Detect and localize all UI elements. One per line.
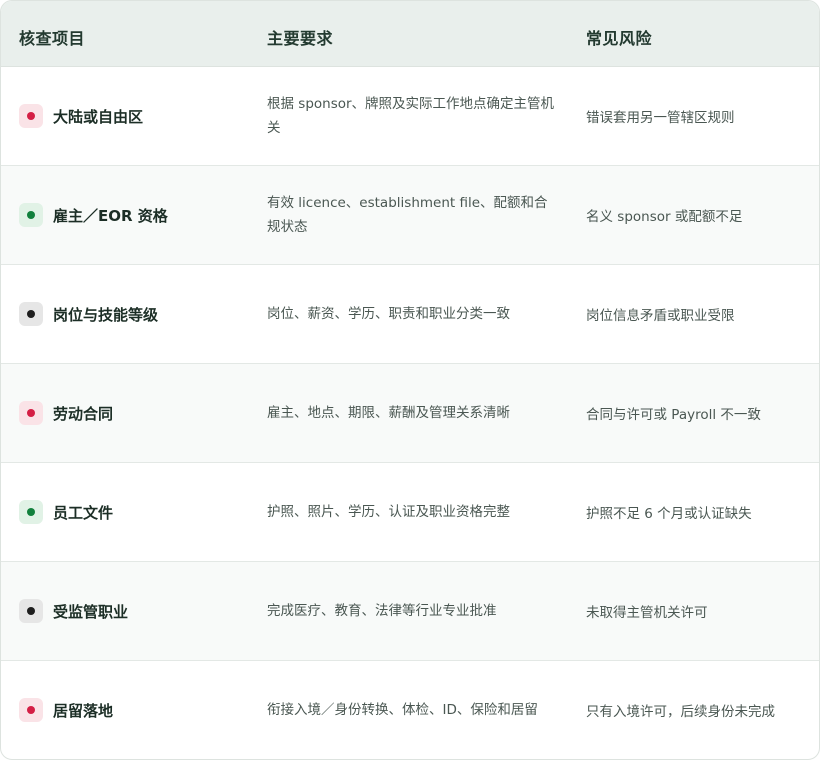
table-row: 居留落地 衔接入境／身份转换、体检、ID、保险和居留 只有入境许可，后续身份未完… <box>1 661 819 759</box>
item-label: 受监管职业 <box>53 602 129 621</box>
item-label: 岗位与技能等级 <box>53 305 159 324</box>
status-black-icon <box>19 599 43 623</box>
status-black-icon <box>19 302 43 326</box>
item-cell: 劳动合同 <box>19 364 113 462</box>
item-cell: 居留落地 <box>19 661 113 759</box>
risk-cell: 只有入境许可，后续身份未完成 <box>586 704 775 720</box>
risk-cell: 护照不足 6 个月或认证缺失 <box>586 506 752 522</box>
requirement-cell: 雇主、地点、期限、薪酬及管理关系清晰 <box>267 405 510 421</box>
requirement-cell: 根据 sponsor、牌照及实际工作地点确定主管机关 <box>267 96 555 136</box>
item-label: 居留落地 <box>53 701 114 720</box>
table-row: 大陆或自由区 根据 sponsor、牌照及实际工作地点确定主管机关 错误套用另一… <box>1 67 819 166</box>
status-green-icon <box>19 203 43 227</box>
requirement-cell: 护照、照片、学历、认证及职业资格完整 <box>267 504 510 520</box>
risk-cell: 名义 sponsor 或配额不足 <box>586 209 743 225</box>
compliance-table: 核查项目 主要要求 常见风险 大陆或自由区 根据 sponsor、牌照及实际工作… <box>0 0 820 760</box>
status-red-icon <box>19 698 43 722</box>
item-label: 雇主／EOR 资格 <box>53 206 168 225</box>
table-row: 员工文件 护照、照片、学历、认证及职业资格完整 护照不足 6 个月或认证缺失 <box>1 463 819 562</box>
requirement-cell: 衔接入境／身份转换、体检、ID、保险和居留 <box>267 702 538 718</box>
status-red-icon <box>19 401 43 425</box>
header-requirement: 主要要求 <box>267 29 334 48</box>
requirement-cell: 有效 licence、establishment file、配额和合规状态 <box>267 195 548 235</box>
item-label: 员工文件 <box>53 503 114 522</box>
item-cell: 雇主／EOR 资格 <box>19 166 168 264</box>
risk-cell: 合同与许可或 Payroll 不一致 <box>586 407 761 423</box>
status-red-icon <box>19 104 43 128</box>
requirement-cell: 完成医疗、教育、法律等行业专业批准 <box>267 603 497 619</box>
item-cell: 员工文件 <box>19 463 113 561</box>
item-label: 劳动合同 <box>53 404 114 423</box>
requirement-cell: 岗位、薪资、学历、职责和职业分类一致 <box>267 306 510 322</box>
header-risk: 常见风险 <box>586 29 653 48</box>
risk-cell: 岗位信息矛盾或职业受限 <box>586 308 735 324</box>
status-green-icon <box>19 500 43 524</box>
table-header: 核查项目 主要要求 常见风险 <box>1 1 819 67</box>
table-row: 受监管职业 完成医疗、教育、法律等行业专业批准 未取得主管机关许可 <box>1 562 819 661</box>
risk-cell: 未取得主管机关许可 <box>586 605 708 621</box>
table-row: 劳动合同 雇主、地点、期限、薪酬及管理关系清晰 合同与许可或 Payroll 不… <box>1 364 819 463</box>
table-row: 岗位与技能等级 岗位、薪资、学历、职责和职业分类一致 岗位信息矛盾或职业受限 <box>1 265 819 364</box>
item-cell: 受监管职业 <box>19 562 128 660</box>
table-row: 雇主／EOR 资格 有效 licence、establishment file、… <box>1 166 819 265</box>
header-item: 核查项目 <box>19 29 86 48</box>
item-cell: 岗位与技能等级 <box>19 265 158 363</box>
risk-cell: 错误套用另一管辖区规则 <box>586 110 735 126</box>
item-label: 大陆或自由区 <box>53 107 144 126</box>
item-cell: 大陆或自由区 <box>19 67 143 165</box>
